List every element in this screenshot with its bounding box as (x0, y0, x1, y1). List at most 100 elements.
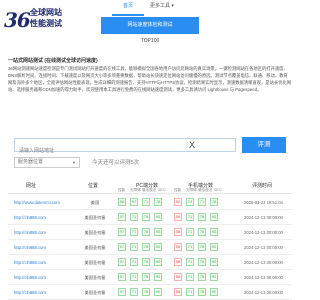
mobile-score-badge: 78 (198, 273, 206, 281)
mobile-score-badge: 90 (210, 258, 218, 266)
location-cell: 美国圣何塞 (84, 290, 106, 295)
chevron-down-icon: ▾ (171, 3, 174, 9)
header-mobile-sub-3: 最佳做法 (198, 188, 213, 192)
pc-score-badge: 97 (118, 258, 126, 266)
header-mobile-sub-1: 性能 (174, 188, 182, 192)
caret-down-icon: ▼ (72, 160, 76, 165)
pc-score-badge: 90 (154, 288, 162, 296)
pc-score-badge: 97 (130, 198, 138, 206)
eval-time-cell: 2024-12-13 00:00:00 (244, 290, 283, 295)
pc-score-badge: 71 (130, 258, 138, 266)
table-row: http://cln888.com 美国圣何塞 97 71 78 90 58 71 78 90 20… (8, 285, 292, 300)
site-link[interactable]: http://cln888.com (14, 260, 46, 265)
intro-paragraph: 36网站测速网站速度检测是专门测试网站打开速度的在线工具，能够模拟全国各地用户访… (8, 66, 292, 93)
mobile-score-badge: 71 (186, 213, 194, 221)
site-link[interactable]: http://www.datenrco.com (14, 200, 60, 205)
table-row: http://cln888.com 美国圣何塞 97 71 78 90 58 71 78 90 20… (8, 225, 292, 240)
mobile-score-badge: 58 (174, 243, 182, 251)
site-link[interactable]: http://cln888.com (14, 290, 46, 295)
location-cell: 美国圣何塞 (84, 230, 106, 235)
pc-score-badge: 97 (118, 243, 126, 251)
site-link[interactable]: http://cln888.com (14, 215, 46, 220)
header-eval-time: 评测时间 (252, 183, 273, 189)
eval-time-cell: 2024-12-13 00:00:00 (244, 260, 283, 265)
mobile-score-badge: 78 (198, 228, 206, 236)
pc-score-badge: 97 (118, 288, 126, 296)
table-header: 网址 位置 PC端分数 手机端分数 评测时间 性能 无障碍 最佳做法 SEO 性… (8, 180, 292, 194)
header-site: 网址 (26, 183, 37, 189)
eval-time-cell: 2024-12-13 00:00:00 (244, 215, 283, 220)
server-location-select[interactable]: 服务器位置 ▼ (14, 157, 80, 168)
table-row: http://cln888.com 美国圣何塞 97 71 78 90 58 71 78 90 20… (8, 240, 292, 255)
site-link[interactable]: http://cln888.com (14, 275, 46, 280)
logo-number: 36 (4, 8, 31, 32)
nav-more-tools-link[interactable]: 更多工具 ▾ (150, 0, 174, 16)
location-cell: 美国圣何塞 (84, 245, 106, 250)
mobile-score-badge: 58 (174, 228, 182, 236)
mobile-score-badge: 58 (174, 273, 182, 281)
pc-score-badge: 78 (142, 273, 150, 281)
mobile-score-badge: 78 (198, 213, 206, 221)
header-pc-sub-3: 最佳做法 (142, 188, 157, 192)
table-row: http://cln888.com 美国圣何塞 97 71 78 90 58 71 78 90 20… (8, 210, 292, 225)
site-logo[interactable]: 36 全球网站 性能测试 (4, 2, 74, 36)
mobile-score-badge: 71 (186, 288, 194, 296)
page-banner: 网站速度体检和测试 (101, 17, 199, 34)
mobile-score-badge: 78 (198, 288, 206, 296)
table-row: http://www.datenrco.com 美国 96 97 71 78 52 74 71 7… (8, 195, 292, 210)
mobile-score-badge: 58 (174, 213, 182, 221)
eval-time-cell: 2024-12-13 00:00:00 (244, 275, 283, 280)
page-subtitle[interactable]: TOP100 (101, 38, 199, 44)
header-mobile-sub-4: SEO (214, 188, 222, 192)
intro-title: 一站式网站测试 (在线测试全球访问速度) (8, 58, 98, 64)
mobile-score-badge: 90 (210, 273, 218, 281)
table-row: http://cln888.com 美国圣何塞 97 71 78 90 58 71 78 90 20… (8, 270, 292, 285)
clear-icon[interactable]: X (189, 140, 195, 150)
logo-line2: 性能测试 (30, 18, 62, 28)
pc-score-badge: 71 (130, 273, 138, 281)
site-link[interactable]: http://cln888.com (14, 245, 46, 250)
url-search-box (14, 138, 236, 157)
mobile-score-badge: 52 (174, 198, 182, 206)
table-row: http://cln888.com 美国圣何塞 97 71 78 90 58 71 78 90 20… (8, 255, 292, 270)
mobile-score-badge: 71 (186, 243, 194, 251)
evaluate-button[interactable]: 评测 (242, 137, 286, 153)
header-pc-sub-1: 性能 (118, 188, 126, 192)
pc-score-badge: 78 (154, 198, 162, 206)
mobile-score-badge: 71 (198, 198, 206, 206)
nav-home-link[interactable]: 首页 (112, 0, 144, 16)
mobile-score-badge: 58 (174, 258, 182, 266)
eval-time-cell: 2024-12-13 00:00:00 (244, 230, 283, 235)
header-pc-sub-4: SEO (158, 188, 166, 192)
pc-score-badge: 71 (142, 198, 150, 206)
pc-score-badge: 97 (118, 213, 126, 221)
mobile-score-badge: 78 (210, 198, 218, 206)
pc-score-badge: 90 (154, 273, 162, 281)
pc-score-badge: 78 (142, 258, 150, 266)
logo-text: 全球网站 性能测试 (30, 7, 62, 29)
mobile-score-badge: 90 (210, 243, 218, 251)
pc-score-badge: 90 (154, 213, 162, 221)
header-location: 位置 (88, 183, 99, 189)
nav-more-label: 更多工具 (150, 3, 171, 9)
pc-score-badge: 71 (130, 228, 138, 236)
mobile-score-badge: 90 (210, 228, 218, 236)
location-cell: 美国圣何塞 (84, 215, 106, 220)
pc-score-badge: 78 (142, 213, 150, 221)
mobile-score-badge: 71 (186, 273, 194, 281)
url-input[interactable] (15, 145, 235, 157)
pc-score-badge: 71 (130, 213, 138, 221)
mobile-score-badge: 90 (210, 288, 218, 296)
pc-score-badge: 78 (142, 243, 150, 251)
pc-score-badge: 96 (118, 198, 126, 206)
eval-time-cell: 2025-03-22 19:51:04 (244, 200, 283, 205)
mobile-score-badge: 90 (210, 213, 218, 221)
remaining-quota-text: 今天还可以评测5次 (92, 160, 140, 166)
location-cell: 美国 (90, 200, 100, 205)
mobile-score-badge: 74 (186, 198, 194, 206)
eval-time-cell: 2024-12-13 00:00:00 (244, 245, 283, 250)
mobile-score-badge: 71 (186, 258, 194, 266)
location-cell: 美国圣何塞 (84, 260, 106, 265)
site-link[interactable]: http://cln888.com (14, 230, 46, 235)
mobile-score-badge: 71 (186, 228, 194, 236)
